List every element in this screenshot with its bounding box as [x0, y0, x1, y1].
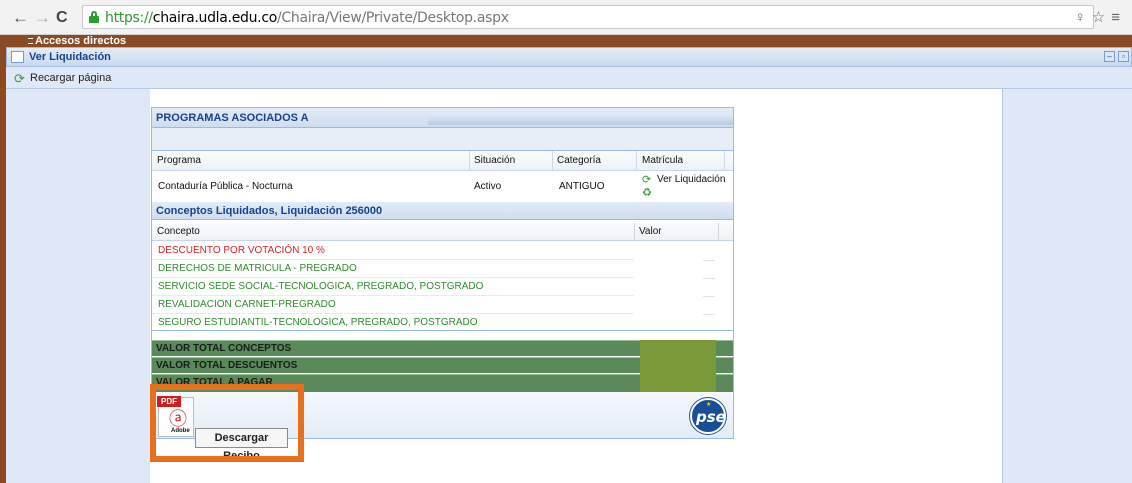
window-title: Ver Liquidación: [29, 51, 111, 63]
address-bar[interactable]: https://chaira.udla.edu.co/Chaira/View/P…: [82, 5, 1094, 29]
col-matricula[interactable]: Matrícula: [642, 155, 683, 166]
minimize-icon[interactable]: –: [1104, 51, 1115, 62]
menu-icon[interactable]: ≡: [1111, 9, 1126, 26]
liquidation-refresh-icon[interactable]: ♻: [642, 186, 652, 199]
col-valor[interactable]: Valor: [639, 226, 662, 237]
view-liquidation-link[interactable]: Ver Liquidación: [657, 174, 725, 185]
window-icon: [11, 51, 24, 63]
shortcuts-icon: [28, 38, 33, 44]
programs-blank-row: [152, 128, 733, 151]
right-panel: [1002, 89, 1132, 483]
reload-page-button[interactable]: Recargar página: [30, 72, 111, 84]
value-column: [635, 240, 715, 330]
key-icon[interactable]: ♀: [1075, 9, 1092, 26]
window-title-bar: Ver Liquidación – ▫: [6, 47, 1132, 67]
programs-title: PROGRAMAS ASOCIADOS A: [156, 112, 309, 124]
concept-row-3: REVALIDACION CARNET-PREGRADO: [158, 299, 336, 310]
shortcuts-menu[interactable]: Accesos directos: [35, 35, 126, 47]
maximize-icon[interactable]: ▫: [1118, 51, 1129, 62]
highlight-box: [150, 384, 304, 462]
programs-grid-header: Programa Situación Categoría Matrícula: [152, 151, 733, 171]
lock-icon: [89, 11, 99, 23]
total-conceptos-label: VALOR TOTAL CONCEPTOS: [156, 343, 292, 354]
concepts-header: Conceptos Liquidados, Liquidación 256000: [152, 202, 733, 220]
table-row: Contaduría Pública - Nocturna Activo ANT…: [152, 171, 733, 201]
url-host: chaira.udla.edu.co: [152, 10, 278, 26]
refresh-icon[interactable]: ⟳: [14, 72, 25, 85]
concept-row-4: SEGURO ESTUDIANTIL-TECNOLOGICA, PREGRADO…: [158, 317, 478, 328]
browser-toolbar: ← → C https://chaira.udla.edu.co/Chaira/…: [0, 0, 1132, 35]
categoria-cell: ANTIGUO: [559, 181, 605, 192]
pse-payment-button[interactable]: ★ pse: [690, 398, 726, 434]
totals-values-block: [640, 340, 716, 392]
concepts-grid-header: Concepto Valor: [152, 223, 733, 241]
reload-icon[interactable]: C: [56, 9, 68, 26]
pse-star-icon: ★: [706, 402, 712, 408]
programs-header: PROGRAMAS ASOCIADOS A: [152, 108, 733, 128]
programa-cell: Contaduría Pública - Nocturna: [158, 181, 293, 192]
situacion-cell: Activo: [474, 181, 502, 192]
refresh-liquidation-icon[interactable]: ⟳: [642, 173, 651, 186]
window-toolbar: ⟳ Recargar página: [6, 67, 1132, 89]
browser-actions: ♀☆≡: [1075, 8, 1126, 26]
back-arrow-icon[interactable]: ←: [12, 9, 29, 26]
url-text: https://chaira.udla.edu.co/Chaira/View/P…: [105, 10, 509, 26]
col-situacion[interactable]: Situación: [474, 155, 515, 166]
concepts-title: Conceptos Liquidados, Liquidación 256000: [156, 205, 383, 217]
col-programa[interactable]: Programa: [157, 155, 201, 166]
concept-row-1: DERECHOS DE MATRICULA - PREGRADO: [158, 263, 357, 274]
star-icon[interactable]: ☆: [1092, 9, 1111, 26]
left-panel: [6, 89, 150, 483]
concept-row-0: DESCUENTO POR VOTACIÓN 10 %: [158, 245, 325, 256]
url-scheme: https://: [105, 10, 153, 26]
concept-row-2: SERVICIO SEDE SOCIAL-TECNOLOGICA, PREGRA…: [158, 281, 484, 292]
pse-label: pse: [696, 408, 726, 426]
col-concepto[interactable]: Concepto: [157, 226, 200, 237]
forward-arrow-icon[interactable]: →: [34, 9, 51, 26]
url-path: /Chaira/View/Private/Desktop.aspx: [277, 10, 509, 26]
col-categoria[interactable]: Categoría: [557, 155, 601, 166]
app-menu-strip: Accesos directos: [0, 35, 1132, 47]
total-descuentos-label: VALOR TOTAL DESCUENTOS: [156, 360, 298, 371]
